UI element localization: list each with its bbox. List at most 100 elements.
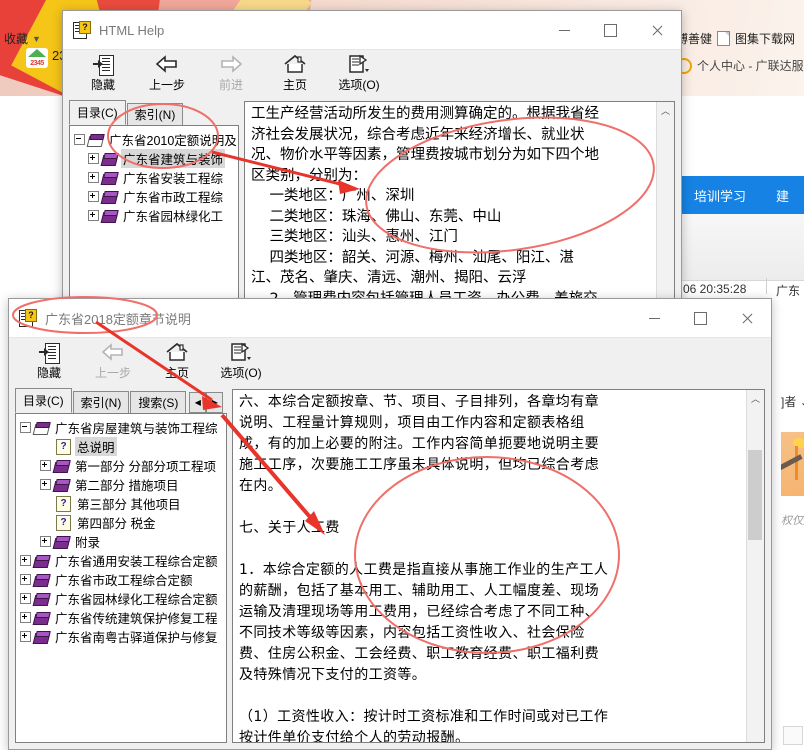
tree-item-root[interactable]: 广东省房屋建筑与装饰工程综: [18, 418, 226, 437]
close-button[interactable]: [633, 11, 681, 49]
tree-item-1[interactable]: 广东省建筑与装饰: [72, 149, 238, 168]
open-book-icon: [86, 133, 105, 147]
tree-item-municipal[interactable]: 广东省市政工程综合定额: [18, 570, 226, 589]
expand-toggle-icon[interactable]: [88, 210, 99, 221]
tree-item-traditional[interactable]: 广东省传统建筑保护修复工程: [18, 608, 226, 627]
hide-button[interactable]: 隐藏: [17, 338, 81, 384]
tab-scroll-right-icon[interactable]: ▶: [206, 392, 224, 413]
tab-contents-label: 目录(C): [77, 106, 118, 120]
window1-nav-pane[interactable]: 目录(C) 索引(N) 广东省2010定额说明及 广东省建筑与装饰 广东省安装工…: [69, 100, 239, 305]
window2-tree[interactable]: 广东省房屋建筑与装饰工程综 ? 总说明 第一部分 分部分项工程项 第二部分 措施…: [15, 413, 227, 743]
tree-item-3[interactable]: 广东省市政工程综: [72, 187, 238, 206]
document-icon: [717, 31, 731, 46]
tab-scroll-arrows[interactable]: ◀ ▶: [189, 392, 224, 413]
window1-controls[interactable]: [541, 11, 681, 49]
help-page-icon: ?: [56, 438, 71, 455]
tree-item-appendix[interactable]: 附录: [18, 532, 226, 551]
scroll-thumb[interactable]: [748, 450, 762, 540]
tab-contents[interactable]: 目录(C): [15, 388, 72, 413]
minimize-button[interactable]: [631, 299, 677, 337]
window1-titlebar[interactable]: ? HTML Help: [63, 11, 681, 50]
html-help-window-1[interactable]: ? HTML Help 隐藏 上一步 前进 主页 选项(O) 目录(C) 索引(…: [62, 10, 682, 312]
book-icon: [32, 630, 51, 644]
scroll-up-icon[interactable]: ︿: [747, 390, 764, 407]
tab-contents[interactable]: 目录(C): [69, 100, 126, 125]
window1-tabs[interactable]: 目录(C) 索引(N): [69, 100, 239, 125]
tab-search[interactable]: 搜索(S): [130, 391, 187, 413]
site-nav-bar: 培训学习 建: [680, 176, 804, 214]
tree-item-general-desc[interactable]: ? 总说明: [18, 437, 226, 456]
options-button[interactable]: 选项(O): [209, 338, 273, 384]
tree-item-4[interactable]: 广东省园林绿化工: [72, 206, 238, 225]
back-button[interactable]: 上一步: [135, 50, 199, 96]
nav-item-construction[interactable]: 建: [776, 186, 789, 205]
home-button[interactable]: 主页: [145, 338, 209, 384]
expand-toggle-icon[interactable]: [40, 479, 51, 490]
window1-toolbar[interactable]: 隐藏 上一步 前进 主页 选项(O): [63, 50, 681, 99]
tree-item-install[interactable]: 广东省通用安装工程综合定额: [18, 551, 226, 570]
window1-content-pane[interactable]: 工生产经营活动所发生的费用测算确定的。根据我省经 济社会发展状况，综合考虑近年来…: [244, 101, 675, 305]
tree-item-landscape[interactable]: 广东省园林绿化工程综合定额: [18, 589, 226, 608]
window2-toolbar[interactable]: 隐藏 上一步 主页 选项(O): [9, 338, 771, 387]
tab-scroll-left-icon[interactable]: ◀: [189, 392, 207, 413]
bottom-toolbar-button[interactable]: [783, 726, 803, 745]
maximize-button[interactable]: [677, 299, 723, 337]
options-button[interactable]: 选项(O): [327, 50, 391, 96]
forward-button[interactable]: 前进: [199, 50, 263, 96]
hide-pane-icon: [38, 341, 60, 364]
hide-button[interactable]: 隐藏: [71, 50, 135, 96]
browser-favorites-menu[interactable]: 收藏 ▼: [4, 30, 41, 47]
window2-controls[interactable]: [631, 299, 771, 337]
watermark-text: 权仅用于: [781, 515, 804, 527]
maximize-button[interactable]: [587, 11, 633, 49]
tree-item-label: 总说明: [75, 437, 117, 456]
expand-toggle-icon[interactable]: [40, 536, 51, 547]
tree-item-ancient-road[interactable]: 广东省南粤古驿道保护与修复: [18, 627, 226, 646]
window2-scrollbar[interactable]: ︿: [746, 390, 764, 742]
tree-item-part3[interactable]: ? 第三部分 其他项目: [18, 494, 226, 513]
author-filter[interactable]: ]者 ⌄: [781, 393, 804, 410]
book-icon: [52, 478, 71, 492]
tab-index[interactable]: 索引(N): [126, 103, 184, 125]
tree-item-part1[interactable]: 第一部分 分部分项工程项: [18, 456, 226, 475]
nav-item-training[interactable]: 培训学习: [694, 186, 746, 205]
tree-item-label: 第二部分 措施项目: [75, 479, 179, 493]
tab-index[interactable]: 索引(N): [72, 391, 130, 413]
tree-item-part4[interactable]: ? 第四部分 税金: [18, 513, 226, 532]
tree-item-label: 广东省市政工程综合定额: [55, 574, 193, 588]
window2-titlebar[interactable]: ? 广东省2018定额章节说明: [9, 299, 771, 338]
expand-toggle-icon[interactable]: [88, 153, 99, 164]
divider: [766, 278, 767, 294]
tree-item-root[interactable]: 广东省2010定额说明及: [72, 130, 238, 149]
expand-toggle-icon[interactable]: [40, 460, 51, 471]
window2-tabs[interactable]: 目录(C) 索引(N) 搜索(S) ◀ ▶: [15, 388, 227, 413]
expand-toggle-icon[interactable]: [20, 555, 31, 566]
html-help-window-2[interactable]: ? 广东省2018定额章节说明 隐藏 上一步 主页 选项(O) 目录(C) 索引…: [8, 298, 772, 750]
minimize-button[interactable]: [541, 11, 587, 49]
window1-scrollbar[interactable]: ︿: [656, 102, 674, 304]
close-button[interactable]: [723, 299, 771, 337]
bookmark-link-2[interactable]: 图集下载网: [735, 30, 795, 47]
back-button[interactable]: 上一步: [81, 338, 145, 384]
collapse-toggle-icon[interactable]: [74, 134, 85, 145]
user-center-tab[interactable]: 个人中心 - 广联达服: [676, 57, 804, 74]
expand-toggle-icon[interactable]: [20, 612, 31, 623]
expand-toggle-icon[interactable]: [20, 574, 31, 585]
window2-content-pane[interactable]: 六、本综合定额按章、节、项目、子目排列，各章均有章 说明、工程量计算规则，项目由…: [232, 389, 765, 743]
expand-toggle-icon[interactable]: [88, 191, 99, 202]
expand-toggle-icon[interactable]: [20, 593, 31, 604]
expand-toggle-icon[interactable]: [88, 172, 99, 183]
window2-title: 广东省2018定额章节说明: [45, 311, 191, 327]
collapse-toggle-icon[interactable]: [20, 422, 31, 433]
scroll-up-icon[interactable]: ︿: [657, 102, 674, 119]
tree-item-2[interactable]: 广东省安装工程综: [72, 168, 238, 187]
browser-bookmark-links[interactable]: 博善健 图集下载网: [676, 30, 795, 47]
site-icon-2345[interactable]: 2345: [26, 48, 48, 68]
home-button[interactable]: 主页: [263, 50, 327, 96]
window2-nav-pane[interactable]: 目录(C) 索引(N) 搜索(S) ◀ ▶ 广东省房屋建筑与装饰工程综 ? 总说…: [15, 388, 227, 743]
options-button-label: 选项(O): [338, 78, 380, 92]
window1-tree[interactable]: 广东省2010定额说明及 广东省建筑与装饰 广东省安装工程综 广东省市政工程综: [69, 125, 239, 305]
tree-item-label: 广东省建筑与装饰: [121, 149, 226, 168]
tree-item-part2[interactable]: 第二部分 措施项目: [18, 475, 226, 494]
expand-toggle-icon[interactable]: [20, 631, 31, 642]
